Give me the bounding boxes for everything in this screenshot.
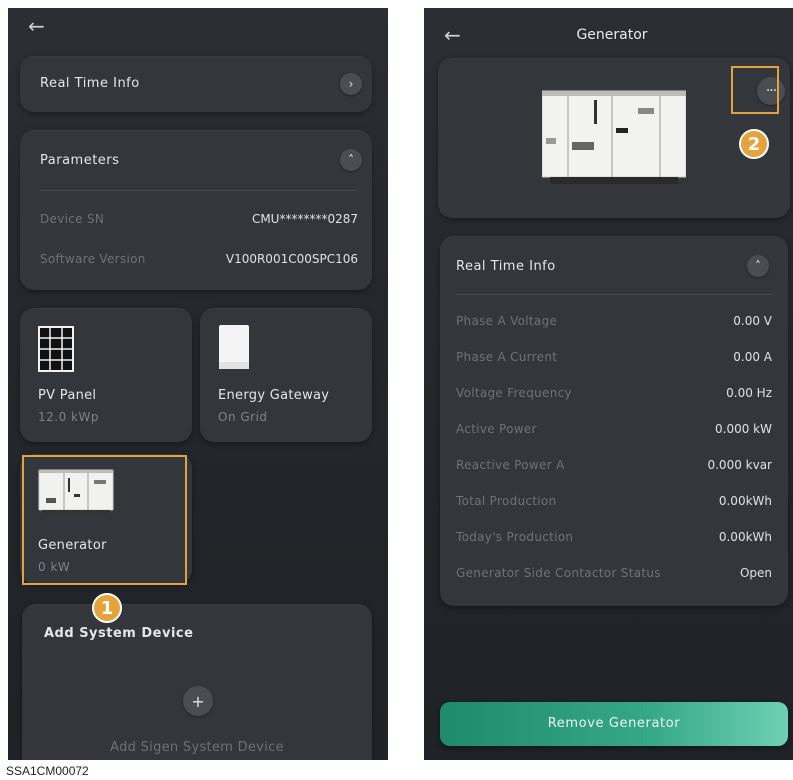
energy-gateway-name: Energy Gateway <box>218 388 330 403</box>
pv-panel-icon <box>38 326 74 372</box>
energy-gateway-status: On Grid <box>218 410 268 424</box>
reactive-power-a-label: Reactive Power A <box>456 458 565 472</box>
add-system-device-title: Add System Device <box>44 626 194 641</box>
remove-generator-button[interactable]: Remove Generator <box>440 702 788 746</box>
device-sn-label: Device SN <box>40 212 105 226</box>
total-production-value: 0.00kWh <box>718 494 772 508</box>
device-list-screen: ← Real Time Info › Parameters ˄ Device S… <box>8 8 388 760</box>
generator-image <box>542 90 686 184</box>
pv-panel-capacity: 12.0 kWp <box>38 410 99 424</box>
software-version-value: V100R001C00SPC106 <box>225 252 358 266</box>
energy-gateway-icon <box>219 325 249 369</box>
parameters-label: Parameters <box>40 153 120 168</box>
page-title: Generator <box>576 27 648 43</box>
divider <box>40 190 358 191</box>
step-badge-1: 1 <box>92 593 122 623</box>
phase-a-current-value: 0.00 A <box>733 350 772 364</box>
remove-generator-label: Remove Generator <box>547 716 681 731</box>
contactor-status-value: Open <box>739 566 772 580</box>
step-badge-2: 2 <box>739 129 769 159</box>
voltage-frequency-value: 0.00 Hz <box>726 386 772 400</box>
generator-detail-screen: ← Generator ··· Real Time Info ˄ Phase A… <box>424 8 793 760</box>
pv-panel-tile[interactable]: PV Panel 12.0 kWp <box>20 308 192 442</box>
voltage-frequency-label: Voltage Frequency <box>456 386 572 400</box>
phase-a-current-label: Phase A Current <box>456 350 558 364</box>
add-device-plus-icon[interactable]: + <box>183 686 213 716</box>
energy-gateway-tile[interactable]: Energy Gateway On Grid <box>200 308 372 442</box>
active-power-label: Active Power <box>456 422 537 436</box>
more-options-highlight <box>731 66 779 114</box>
todays-production-value: 0.00kWh <box>718 530 772 544</box>
realtime-info-label: Real Time Info <box>456 259 556 274</box>
add-system-device-card: Add System Device + Add Sigen System Dev… <box>22 604 372 760</box>
reactive-power-a-value: 0.000 kvar <box>707 458 772 472</box>
chevron-right-icon[interactable]: › <box>340 73 362 95</box>
phase-a-voltage-value: 0.00 V <box>733 314 772 328</box>
add-device-label[interactable]: Add Sigen System Device <box>22 740 372 755</box>
generator-tile-highlight <box>22 455 187 585</box>
software-version-label: Software Version <box>40 252 146 266</box>
chevron-up-icon[interactable]: ˄ <box>747 255 769 277</box>
divider <box>456 294 774 295</box>
realtime-info-card[interactable]: Real Time Info › <box>20 56 372 112</box>
realtime-info-label: Real Time Info <box>40 76 140 91</box>
phase-a-voltage-label: Phase A Voltage <box>456 314 558 328</box>
realtime-info-card: Real Time Info ˄ Phase A Voltage 0.00 V … <box>440 236 788 606</box>
back-arrow-icon[interactable]: ← <box>28 16 45 36</box>
device-sn-value: CMU********0287 <box>251 212 358 226</box>
total-production-label: Total Production <box>456 494 557 508</box>
contactor-status-label: Generator Side Contactor Status <box>456 566 661 580</box>
chevron-up-icon[interactable]: ˄ <box>340 149 362 171</box>
todays-production-label: Today's Production <box>456 530 574 544</box>
figure-caption: SSA1CM00072 <box>6 764 89 778</box>
pv-panel-name: PV Panel <box>38 388 97 403</box>
parameters-card: Parameters ˄ Device SN CMU********0287 S… <box>20 130 372 290</box>
active-power-value: 0.000 kW <box>715 422 772 436</box>
